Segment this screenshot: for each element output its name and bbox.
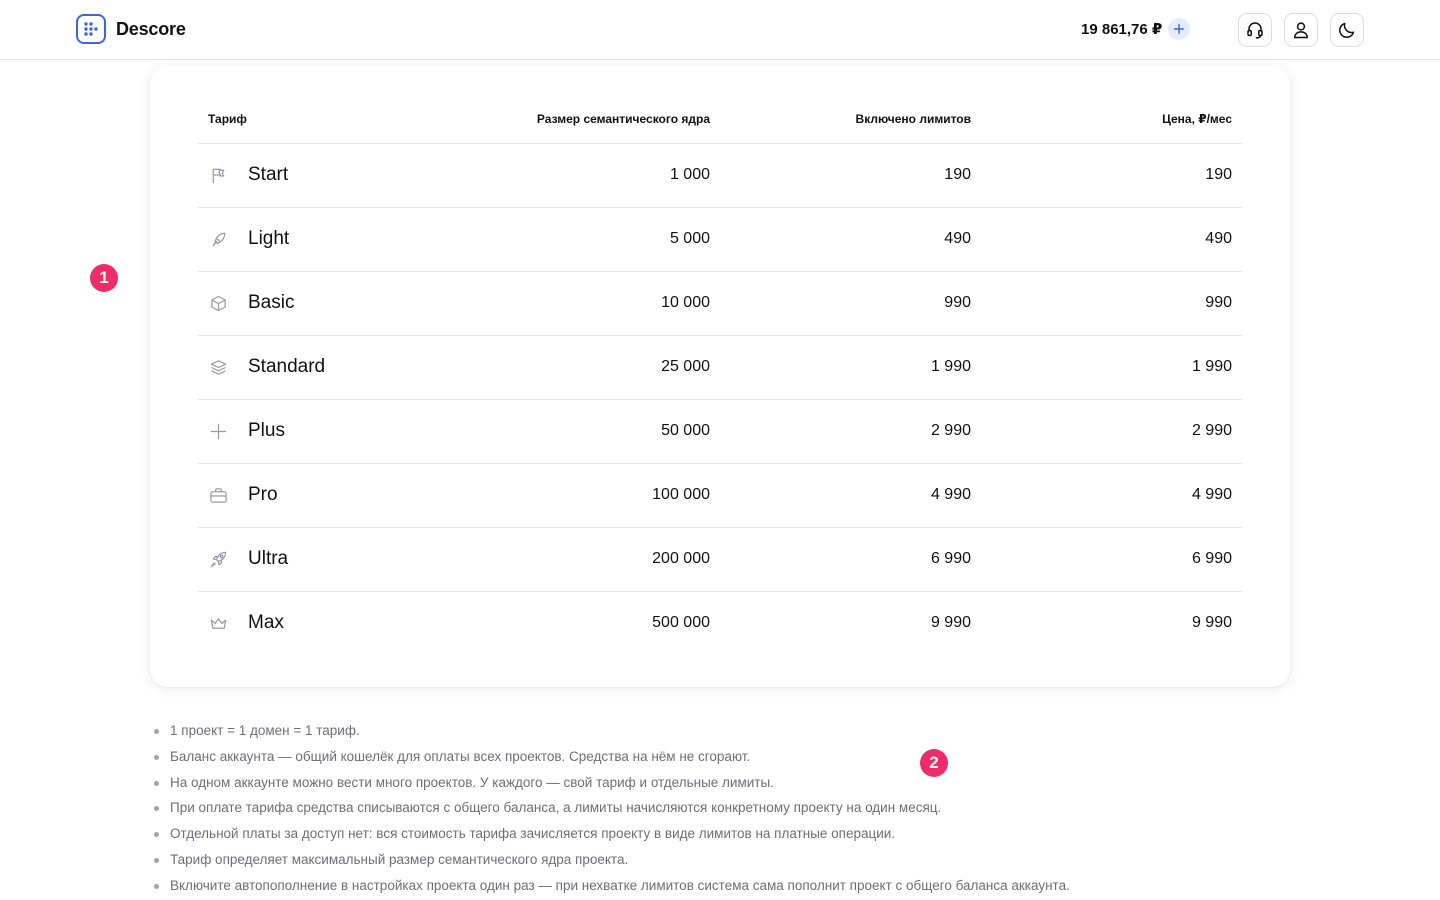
core-size-cell: 200 000 xyxy=(448,527,720,592)
tariff-notes-list: 1 проект = 1 домен = 1 тариф. Баланс акк… xyxy=(154,718,1070,899)
core-size-cell: 50 000 xyxy=(448,399,720,464)
price-cell: 990 xyxy=(981,271,1242,336)
core-size-cell: 1 000 xyxy=(448,143,720,208)
limits-cell: 2 990 xyxy=(720,399,981,464)
table-row: Ultra 200 000 6 990 6 990 xyxy=(198,527,1242,592)
top-bar: Descore 19 861,76 ₽ xyxy=(0,0,1440,60)
account-balance: 19 861,76 ₽ xyxy=(1081,21,1163,38)
rocket-icon xyxy=(208,549,228,569)
table-row: Pro 100 000 4 990 4 990 xyxy=(198,463,1242,528)
brand-name: Descore xyxy=(116,18,186,39)
tariff-name: Standard xyxy=(248,356,326,377)
feather-icon xyxy=(208,229,228,249)
tariffs-table: Тариф Размер семантического ядра Включен… xyxy=(198,96,1242,655)
add-funds-button[interactable] xyxy=(1168,18,1191,40)
limits-cell: 4 990 xyxy=(720,463,981,528)
logo-icon xyxy=(76,14,106,44)
annotation-marker-1: 1 xyxy=(90,264,118,292)
core-size-cell: 5 000 xyxy=(448,207,720,272)
price-cell: 4 990 xyxy=(981,463,1242,528)
tariff-name: Start xyxy=(248,164,289,185)
list-item: Баланс аккаунта — общий кошелёк для опла… xyxy=(154,744,1070,770)
theme-toggle-button[interactable] xyxy=(1330,13,1364,47)
logo[interactable]: Descore xyxy=(76,14,186,44)
balance-widget: 19 861,76 ₽ xyxy=(1081,18,1191,40)
price-cell: 2 990 xyxy=(981,399,1242,464)
tariff-name: Pro xyxy=(248,484,278,505)
price-cell: 1 990 xyxy=(981,335,1242,400)
limits-cell: 990 xyxy=(720,271,981,336)
price-cell: 9 990 xyxy=(1191,614,1232,632)
column-header-price: Цена, ₽/мес xyxy=(981,96,1242,144)
column-header-limits: Включено лимитов xyxy=(720,96,981,144)
moon-icon xyxy=(1339,22,1355,38)
limits-cell: 1 990 xyxy=(720,335,981,400)
list-item: Тариф определяет максимальный размер сем… xyxy=(154,847,1070,873)
price-cell: 190 xyxy=(981,143,1242,208)
core-size-cell: 100 000 xyxy=(448,463,720,528)
table-header-row: Тариф Размер семантического ядра Включен… xyxy=(198,96,1242,144)
tariffs-card: Тариф Размер семантического ядра Включен… xyxy=(150,66,1290,687)
table-row: Max 500 000 9 990 9 990 xyxy=(198,591,1242,655)
briefcase-icon xyxy=(208,485,228,505)
list-item: Отдельной платы за доступ нет: вся стоим… xyxy=(154,821,1070,847)
table-row: Plus 50 000 2 990 2 990 xyxy=(198,399,1242,464)
column-header-core-size: Размер семантического ядра xyxy=(448,96,720,144)
list-item: При оплате тарифа средства списываются с… xyxy=(154,795,1070,821)
price-cell: 6 990 xyxy=(981,527,1242,592)
list-item: 1 проект = 1 домен = 1 тариф. xyxy=(154,718,1070,744)
headset-icon xyxy=(1247,22,1263,39)
plus-icon xyxy=(1174,23,1185,35)
table-row: Standard 25 000 1 990 1 990 xyxy=(198,335,1242,400)
tariff-name: Ultra xyxy=(248,548,289,569)
tariff-name: Light xyxy=(248,228,290,249)
column-header-tariff: Тариф xyxy=(198,96,448,144)
tariff-name: Plus xyxy=(248,420,285,441)
list-item: Включите автопополнение в настройках про… xyxy=(154,873,1070,899)
table-row: Start 1 000 190 190 xyxy=(198,143,1242,208)
crown-icon xyxy=(208,613,228,633)
profile-button[interactable] xyxy=(1284,13,1318,47)
limits-cell: 6 990 xyxy=(720,527,981,592)
layers-icon xyxy=(208,357,228,377)
plus-icon xyxy=(208,421,228,441)
support-button[interactable] xyxy=(1238,13,1272,47)
core-size-cell: 500 000 xyxy=(652,614,710,632)
user-icon xyxy=(1294,22,1308,39)
cube-icon xyxy=(208,293,228,313)
core-size-cell: 25 000 xyxy=(448,335,720,400)
table-row: Basic 10 000 990 990 xyxy=(198,271,1242,336)
price-cell: 490 xyxy=(981,207,1242,272)
list-item: На одном аккаунте можно вести много прое… xyxy=(154,770,1070,796)
table-row: Light 5 000 490 490 xyxy=(198,207,1242,272)
flag-icon xyxy=(208,165,228,185)
tariff-name: Basic xyxy=(248,292,295,313)
limits-cell: 190 xyxy=(720,143,981,208)
core-size-cell: 10 000 xyxy=(448,271,720,336)
limits-cell: 490 xyxy=(720,207,981,272)
limits-cell: 9 990 xyxy=(930,614,971,632)
tariff-name: Max xyxy=(248,612,284,634)
